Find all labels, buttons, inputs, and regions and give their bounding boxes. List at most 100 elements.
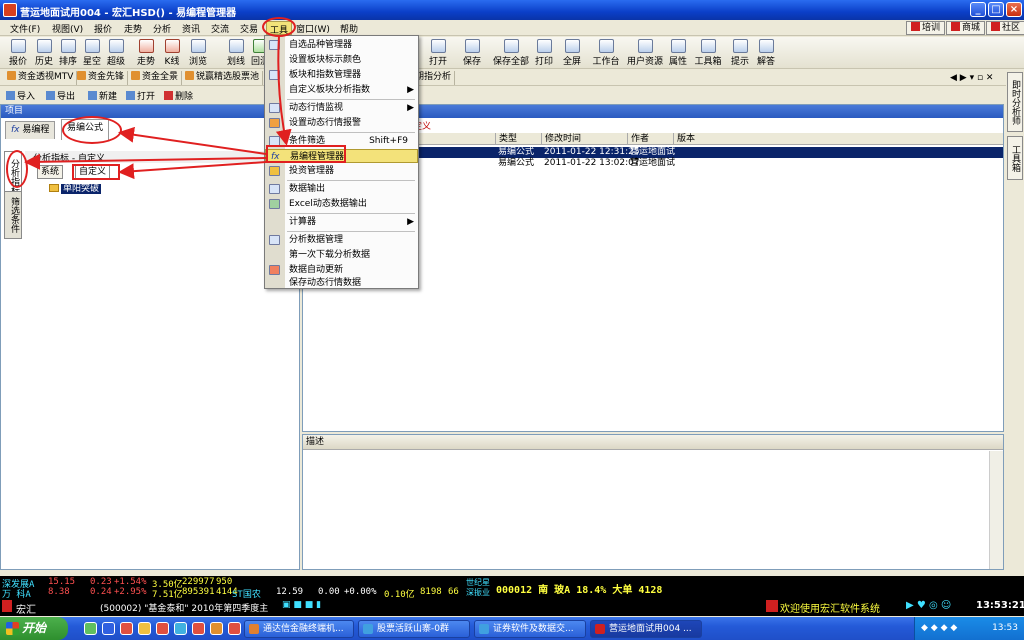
subtab-system[interactable]: 系统 (37, 165, 64, 179)
description-scrollbar[interactable] (989, 451, 1003, 569)
quick-tab-fund-mtv[interactable]: 资金透视MTV (4, 71, 78, 85)
status-indicator-icons[interactable]: ▶ ♥ ◎ ☺ (906, 600, 951, 611)
quicklaunch-icon[interactable] (138, 622, 151, 635)
side-tab-toolbox[interactable]: 工具箱 (1007, 136, 1023, 180)
toolbox-icon (700, 39, 716, 53)
menu-trend[interactable]: 走势 (124, 22, 142, 35)
menu-item-alarm-settings[interactable]: 设置动态行情报警 (265, 116, 418, 130)
tool-toolbox[interactable]: 工具箱 (692, 39, 724, 67)
menu-item-watchlist-manager[interactable]: 自选品种管理器 (265, 38, 418, 52)
menu-view[interactable]: 视图(V) (52, 22, 83, 35)
export-button[interactable]: 导出 (46, 89, 75, 102)
quicklaunch-icon[interactable] (102, 622, 115, 635)
ticker-tag-2: 深振业 (466, 588, 490, 597)
quicklaunch-icon[interactable] (156, 622, 169, 635)
subtab-custom[interactable]: 自定义 (75, 165, 111, 179)
quicklaunch-icon[interactable] (120, 622, 133, 635)
quicklaunch-icon[interactable] (84, 622, 97, 635)
menu-exchange[interactable]: 交流 (211, 22, 229, 35)
menu-item-calculator[interactable]: 计算器 ▶ (265, 215, 418, 229)
menu-trade[interactable]: 交易 (240, 22, 258, 35)
tool-workbench[interactable]: 工作台 (590, 39, 622, 67)
quick-tab-fund-panorama[interactable]: 资金全景 (128, 71, 183, 85)
column-type[interactable]: 类型 (495, 133, 541, 145)
tool-kline[interactable]: K线 (158, 39, 186, 67)
tool-properties[interactable]: 属性 (664, 39, 692, 67)
ticker-big-order[interactable]: 000012 南 玻A 18.4% 大单 4128 (496, 581, 662, 596)
menu-item-save-dynamic-data[interactable]: 保存动态行情数据 (265, 276, 418, 290)
tool-fullscreen[interactable]: 全屏 (558, 39, 586, 67)
tool-tips[interactable]: 提示 (726, 39, 754, 67)
tool-user-resources[interactable]: 用户资源 (626, 39, 664, 67)
menu-quote[interactable]: 报价 (94, 22, 112, 35)
menu-item-analysis-data-manager[interactable]: 分析数据管理 (265, 233, 418, 247)
new-button[interactable]: 新建 (88, 89, 117, 102)
menu-item-excel-output[interactable]: Excel动态数据输出 (265, 197, 418, 211)
quick-tab-stock-pool[interactable]: 锐赢精选股票池 (182, 71, 264, 85)
minimize-button[interactable]: _ (970, 2, 986, 17)
trend-icon (138, 39, 154, 53)
menu-news[interactable]: 资讯 (182, 22, 200, 35)
column-modified-time[interactable]: 修改时间 (541, 133, 627, 145)
tool-browse[interactable]: 浏览 (184, 39, 212, 67)
menu-window[interactable]: 窗口(W) (296, 22, 330, 35)
brand-logo-icon (2, 600, 12, 612)
quick-tab-fund-pioneer[interactable]: 资金先锋 (74, 71, 129, 85)
menu-analysis[interactable]: 分析 (153, 22, 171, 35)
delete-button[interactable]: 删除 (164, 89, 193, 102)
tray-icons[interactable]: ◆ ◆ ◆ ◆ (921, 617, 957, 640)
menu-item-sector-color[interactable]: 设置板块标示颜色 (265, 53, 418, 67)
taskbar-item-current-app[interactable]: 营运地面试用004 ... (590, 620, 702, 638)
status-tool-icons[interactable]: ▣ ■ ■ ▮ (282, 600, 321, 610)
tab-easy-programming[interactable]: fx 易编程 (5, 121, 56, 139)
side-tabs: 即时分析师 工具箱 (1006, 70, 1024, 570)
quickbar-nav-icons[interactable]: ◀ ▶ ▾ ▫ ✕ (950, 73, 993, 83)
menu-tools[interactable]: 工具 (266, 21, 293, 36)
training-button[interactable]: 培训 (906, 21, 946, 35)
tool-answer[interactable]: 解答 (752, 39, 780, 67)
tool-print[interactable]: 打印 (530, 39, 558, 67)
close-button[interactable]: × (1006, 2, 1022, 17)
description-text-area[interactable] (303, 451, 989, 569)
menu-help[interactable]: 帮助 (340, 22, 358, 35)
main-toolbar: 报价 历史 排序 星空 超级 走势 K线 浏览 划线 回测 打开 保存 保存全部… (0, 37, 1024, 69)
quicklaunch-icon[interactable] (192, 622, 205, 635)
column-version[interactable]: 版本 (673, 133, 713, 145)
menu-item-data-output[interactable]: 数据输出 (265, 182, 418, 196)
import-button[interactable]: 导入 (6, 89, 35, 102)
tree-item[interactable]: 单阳突破 (49, 181, 102, 194)
tab-easy-formula[interactable]: 易编公式 (61, 119, 110, 140)
open-button[interactable]: 打开 (126, 89, 155, 102)
column-author[interactable]: 作者 (627, 133, 673, 145)
side-tab-instant-analyst[interactable]: 即时分析师 (1007, 72, 1023, 132)
maximize-button[interactable]: □ (988, 2, 1004, 17)
quicklaunch-icon[interactable] (210, 622, 223, 635)
taskbar-clock[interactable]: 13:53 (992, 623, 1018, 633)
taskbar-item-software[interactable]: 证券软件及数据交... (474, 620, 586, 638)
menu-item-condition-screen[interactable]: 条件筛选 Shift+F9 (265, 134, 418, 148)
tool-trend[interactable]: 走势 (132, 39, 160, 67)
quicklaunch-icon[interactable] (174, 622, 187, 635)
tool-save[interactable]: 保存 (458, 39, 486, 67)
menu-item-custom-sector-index[interactable]: 自定义板块分析指数 ▶ (265, 83, 418, 97)
start-button[interactable]: 开始 (0, 617, 68, 640)
mall-button[interactable]: 商城 (946, 21, 986, 35)
menu-file[interactable]: 文件(F) (10, 22, 40, 35)
menu-item-sector-index-manager[interactable]: 板块和指数管理器 (265, 68, 418, 82)
news-scroll[interactable]: (500002) "基金泰和" 2010年第四季度主 (100, 601, 268, 614)
menu-item-dynamic-monitor[interactable]: 动态行情监视 ▶ (265, 101, 418, 115)
tool-save-all[interactable]: 保存全部 (492, 39, 530, 67)
menu-item-easy-programming-manager[interactable]: fx 易编程管理器 (265, 149, 418, 163)
tool-quote[interactable]: 报价 (4, 39, 32, 67)
menu-item-investment-manager[interactable]: 投资管理器 (265, 164, 418, 178)
tool-open[interactable]: 打开 (424, 39, 452, 67)
community-button[interactable]: 社区 (986, 21, 1024, 35)
menu-item-auto-update[interactable]: 数据自动更新 (265, 263, 418, 277)
menu-item-first-download[interactable]: 第一次下载分析数据 (265, 248, 418, 262)
taskbar-item-qq-group[interactable]: 股票活跃山寨-0群 (358, 620, 470, 638)
quicklaunch-icon[interactable] (228, 622, 241, 635)
tool-super[interactable]: 超级 (102, 39, 130, 67)
workbench-icon (598, 39, 614, 53)
taskbar-item-tdx[interactable]: 通达信金融终端机... (244, 620, 354, 638)
vtab-screening-conditions[interactable]: 筛选条件 (4, 191, 22, 239)
